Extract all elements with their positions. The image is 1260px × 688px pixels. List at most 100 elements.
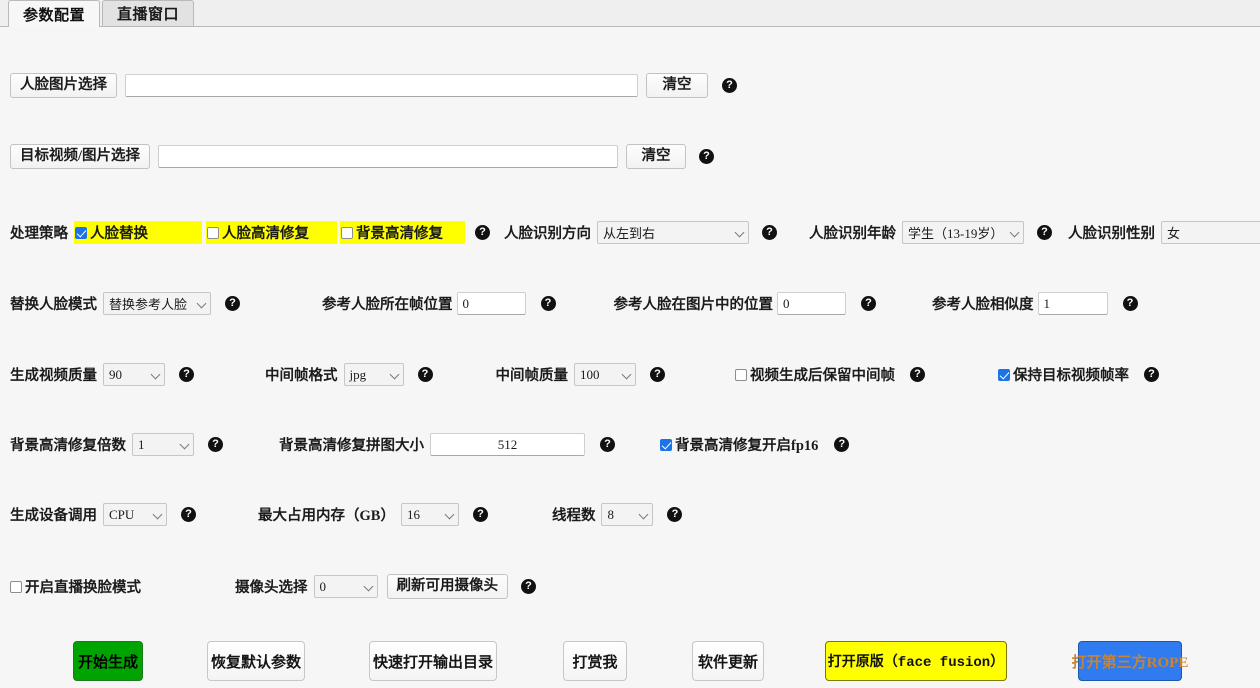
face-age-help-icon[interactable]: ?: [1037, 225, 1052, 240]
open-third-party-rope-button[interactable]: 打开第三方ROPE: [1072, 641, 1188, 681]
face-direction-select[interactable]: 从左到右: [597, 221, 749, 244]
face-swap-label: 人脸替换: [90, 226, 148, 242]
background-enhance-label: 背景高清修复: [356, 226, 443, 242]
quality-row: 生成视频质量 90 ? 中间帧格式 jpg ? 中间帧质量 100 ? 视频生成…: [10, 363, 1159, 386]
frame-quality-select[interactable]: 100: [574, 363, 636, 386]
face-image-path-input[interactable]: [125, 74, 638, 97]
live-mode-help-icon[interactable]: ?: [521, 579, 536, 594]
keep-frames-checkbox-box[interactable]: [735, 368, 747, 381]
face-gender-select[interactable]: 女: [1161, 221, 1260, 244]
target-media-row: 目标视频/图片选择 清空 ?: [10, 144, 715, 169]
frame-quality-help-icon[interactable]: ?: [650, 367, 665, 382]
camera-label: 摄像头选择: [235, 580, 308, 596]
checkbox-background-fp16[interactable]: 背景高清修复开启fp16: [660, 434, 818, 455]
face-image-help-icon[interactable]: ?: [722, 78, 737, 93]
face-gender-label: 人脸识别性别: [1068, 226, 1155, 242]
device-row: 生成设备调用 CPU ? 最大占用内存（GB） 16 ? 线程数 8 ?: [10, 503, 683, 526]
face-swap-checkbox-box[interactable]: [75, 226, 87, 239]
checkbox-background-enhance[interactable]: 背景高清修复: [340, 221, 465, 244]
checkbox-enable-live-swap[interactable]: 开启直播换脸模式: [10, 576, 141, 597]
frame-quality-label: 中间帧质量: [495, 368, 569, 384]
checkbox-face-enhance[interactable]: 人脸高清修复: [206, 221, 337, 244]
face-image-select-button[interactable]: 人脸图片选择: [10, 73, 117, 98]
tab-parameter-config[interactable]: 参数配置: [8, 0, 101, 27]
checkbox-keep-intermediate-frames[interactable]: 视频生成后保留中间帧: [735, 364, 895, 385]
checkbox-face-swap[interactable]: 人脸替换: [74, 221, 202, 244]
face-direction-value: 从左到右: [603, 226, 656, 241]
background-enhance-checkbox-box[interactable]: [341, 226, 353, 239]
background-fp16-help-icon[interactable]: ?: [834, 437, 850, 452]
reference-frame-input[interactable]: [456, 292, 526, 315]
threads-help-icon[interactable]: ?: [667, 507, 683, 522]
live-mode-row: 开启直播换脸模式 摄像头选择 0 刷新可用摄像头 ?: [10, 574, 536, 599]
background-scale-select[interactable]: 1: [132, 433, 194, 456]
background-row: 背景高清修复倍数 1 ? 背景高清修复拼图大小 ? 背景高清修复开启fp16 ?: [10, 433, 850, 456]
chevron-down-icon: [152, 509, 163, 519]
background-fp16-checkbox-box[interactable]: [660, 438, 672, 451]
reference-frame-help-icon[interactable]: ?: [540, 296, 556, 311]
device-help-icon[interactable]: ?: [181, 507, 196, 522]
frame-format-select[interactable]: jpg: [343, 363, 404, 386]
chevron-down-icon: [444, 509, 455, 519]
video-quality-value: 90: [109, 366, 122, 382]
frame-format-help-icon[interactable]: ?: [417, 367, 433, 382]
chevron-down-icon: [1009, 227, 1020, 237]
donate-button[interactable]: 打赏我: [563, 641, 627, 681]
reference-position-input[interactable]: [777, 292, 846, 315]
face-direction-help-icon[interactable]: ?: [762, 225, 777, 240]
camera-select[interactable]: 0: [313, 575, 378, 598]
chevron-down-icon: [363, 581, 373, 591]
video-quality-label: 生成视频质量: [10, 368, 97, 384]
keep-fps-checkbox-box[interactable]: [998, 368, 1010, 381]
face-enhance-checkbox-box[interactable]: [207, 226, 219, 239]
software-update-button[interactable]: 软件更新: [692, 641, 764, 681]
background-tile-label: 背景高清修复拼图大小: [279, 438, 424, 454]
memory-help-icon[interactable]: ?: [472, 507, 488, 522]
keep-fps-help-icon[interactable]: ?: [1144, 367, 1159, 382]
strategy-help-icon[interactable]: ?: [475, 225, 490, 240]
device-select[interactable]: CPU: [103, 503, 167, 526]
threads-value: 8: [607, 506, 614, 522]
background-scale-label: 背景高清修复倍数: [10, 438, 126, 454]
keep-frames-label: 视频生成后保留中间帧: [750, 368, 895, 384]
target-media-clear-button[interactable]: 清空: [626, 144, 687, 169]
face-age-select[interactable]: 学生（13-19岁）: [902, 221, 1024, 244]
reference-similarity-help-icon[interactable]: ?: [1122, 296, 1138, 311]
replace-mode-select[interactable]: 替换参考人脸: [103, 292, 211, 315]
background-tile-help-icon[interactable]: ?: [600, 437, 615, 452]
background-scale-help-icon[interactable]: ?: [208, 437, 223, 452]
reference-similarity-input[interactable]: [1037, 292, 1108, 315]
reference-frame-label: 参考人脸所在帧位置: [322, 297, 453, 313]
face-image-row: 人脸图片选择 清空 ?: [10, 73, 737, 98]
threads-select[interactable]: 8: [601, 503, 654, 526]
open-original-facefusion-button[interactable]: 打开原版（face fusion）: [825, 641, 1007, 681]
checkbox-keep-target-fps[interactable]: 保持目标视频帧率: [998, 364, 1129, 385]
refresh-cameras-button[interactable]: 刷新可用摄像头: [386, 574, 508, 599]
video-quality-select[interactable]: 90: [103, 363, 165, 386]
memory-label: 最大占用内存（GB）: [258, 508, 395, 524]
tab-live-window[interactable]: 直播窗口: [102, 0, 195, 26]
keep-frames-help-icon[interactable]: ?: [910, 367, 925, 382]
face-image-clear-button[interactable]: 清空: [646, 73, 708, 98]
restore-defaults-button[interactable]: 恢复默认参数: [207, 641, 305, 681]
target-media-path-input[interactable]: [158, 145, 619, 168]
open-output-dir-button[interactable]: 快速打开输出目录: [369, 641, 497, 681]
target-media-select-button[interactable]: 目标视频/图片选择: [10, 144, 151, 169]
frame-format-value: jpg: [349, 366, 367, 382]
replace-mode-value: 替换参考人脸: [109, 297, 188, 312]
reference-position-help-icon[interactable]: ?: [861, 296, 876, 311]
replace-mode-help-icon[interactable]: ?: [225, 296, 240, 311]
camera-value: 0: [319, 578, 327, 594]
chevron-down-icon: [639, 509, 649, 519]
background-scale-value: 1: [138, 436, 145, 452]
chevron-down-icon: [621, 369, 632, 379]
video-quality-help-icon[interactable]: ?: [179, 367, 194, 382]
face-gender-value: 女: [1167, 226, 1181, 241]
live-swap-checkbox-box[interactable]: [10, 580, 22, 593]
chevron-down-icon: [179, 439, 190, 449]
target-media-help-icon[interactable]: ?: [699, 149, 715, 164]
memory-select[interactable]: 16: [400, 503, 459, 526]
start-generate-button[interactable]: 开始生成: [73, 641, 143, 681]
strategy-row: 处理策略 人脸替换 人脸高清修复 背景高清修复 ? 人脸识别方向 从左到右 ? …: [10, 221, 1260, 244]
background-tile-input[interactable]: [430, 433, 585, 456]
